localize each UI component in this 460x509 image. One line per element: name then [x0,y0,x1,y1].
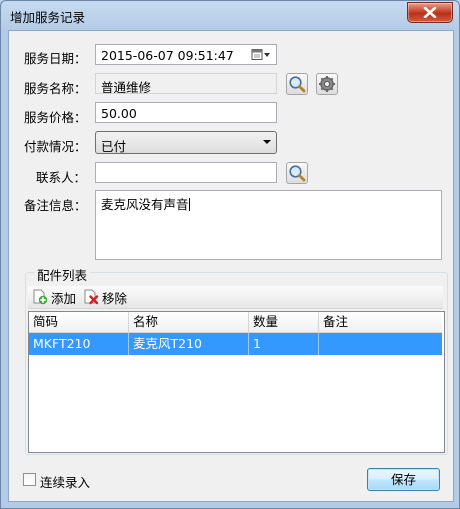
cell-qty: 1 [249,333,319,355]
parts-group: 配件列表 添加 移除 简码 名称 数量 备注 MKFT210 麦克风T210 1 [25,265,448,455]
magnifier-icon [289,76,306,93]
parts-table-header: 简码 名称 数量 备注 [29,312,442,333]
text-cursor [188,198,190,211]
dialog-window: 增加服务记录 服务日期： 2015-06-07 09:51:47 服务名称： 普… [0,0,460,509]
contact-label: 联系人： [36,170,87,185]
window-title: 增加服务记录 [10,10,86,25]
price-label: 服务价格： [24,110,87,125]
notes-text: 麦克风没有声音 [101,197,189,212]
date-label: 服务日期： [24,51,87,66]
save-button[interactable]: 保存 [367,468,440,491]
add-icon [33,289,48,305]
service-name-field[interactable]: 普通维修 [95,73,277,94]
parts-group-title: 配件列表 [34,265,91,284]
close-button[interactable] [407,2,453,23]
date-field[interactable]: 2015-06-07 09:51:47 [95,44,277,65]
magnifier-icon [289,165,306,182]
search-button[interactable] [286,73,308,95]
cell-code: MKFT210 [29,333,129,355]
contact-search-button[interactable] [286,162,308,184]
table-row[interactable]: MKFT210 麦克风T210 1 [29,333,442,355]
parts-table[interactable]: 简码 名称 数量 备注 MKFT210 麦克风T210 1 [28,311,445,453]
settings-button[interactable] [316,73,338,95]
payment-select[interactable]: 已付 [95,131,277,154]
column-header-note[interactable]: 备注 [319,312,442,332]
notes-label: 备注信息： [24,198,87,213]
cell-name: 麦克风T210 [129,333,249,355]
add-part-button[interactable]: 添加 [32,288,76,306]
calendar-dropdown-icon[interactable] [251,48,273,61]
column-header-code[interactable]: 简码 [29,312,129,332]
name-label: 服务名称： [24,81,87,96]
chevron-down-icon [263,140,271,144]
remove-part-button[interactable]: 移除 [83,288,127,306]
close-icon [423,7,437,18]
date-value: 2015-06-07 09:51:47 [101,48,234,63]
parts-toolbar: 添加 移除 [28,286,443,309]
contact-field[interactable] [95,162,277,183]
column-header-qty[interactable]: 数量 [249,312,319,332]
gear-icon [319,76,335,92]
column-header-name[interactable]: 名称 [129,312,249,332]
payment-label: 付款情况： [24,139,87,154]
cell-note [319,333,442,355]
dialog-client: 服务日期： 2015-06-07 09:51:47 服务名称： 普通维修 服务价… [8,30,454,502]
remove-part-label: 移除 [102,290,128,306]
continuous-entry-checkbox[interactable] [23,473,36,486]
add-part-label: 添加 [51,290,77,306]
continuous-entry-label: 连续录入 [40,475,91,490]
notes-textarea[interactable]: 麦克风没有声音 [95,190,442,260]
payment-value: 已付 [101,139,127,154]
remove-icon [84,289,99,305]
price-field[interactable]: 50.00 [95,102,277,123]
